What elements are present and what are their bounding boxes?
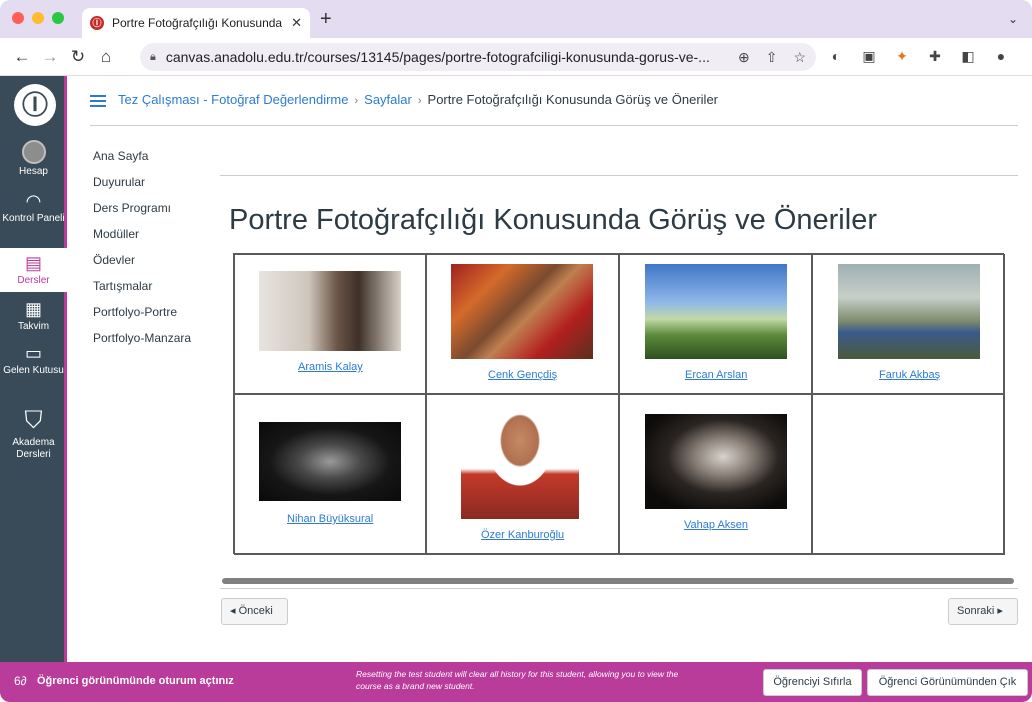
glasses-icon: 6∂ [14,674,27,688]
table-cell: Faruk Akbaş [812,254,1005,394]
photo-vahap-aksen[interactable] [645,414,787,509]
divider [220,588,1018,589]
next-button[interactable]: Sonraki ▸ [948,598,1018,625]
nav-item-courses[interactable]: ▤ Dersler [0,248,67,292]
breadcrumb-course-link[interactable]: Tez Çalışması - Fotoğraf Değerlendirme [118,92,348,107]
close-window-button[interactable] [12,12,24,24]
student-view-bar: 6∂ Öğrenci görünümünde oturum açtınız Re… [0,662,1032,702]
photo-ozer-kanburoglu[interactable] [461,407,579,519]
dashboard-icon: ◠ [25,191,42,211]
bookmark-star-icon[interactable]: ☆ [793,49,806,66]
reload-icon[interactable]: ↻ [64,47,92,67]
inbox-icon: ▭ [24,343,42,363]
browser-window: Ⓘ Portre Fotoğrafçılığı Konusunda ✕ + ⌄ … [0,0,1032,702]
browser-toolbar: ← → ↻ ⌂ 🔒︎ canvas.anadolu.edu.tr/courses… [0,38,1032,76]
nav-item-calendar[interactable]: ▦ Takvim [0,298,67,338]
lock-icon[interactable]: 🔒︎ [150,51,156,64]
reset-student-button[interactable]: Öğrenciyi Sıfırla [763,669,862,696]
extensions-area: ◐ ▣ ✦ ✚ ◧ ● ⋮ [828,48,1032,65]
puzzle-extensions-icon[interactable]: ✚ [927,48,943,65]
zoom-icon[interactable]: ⊕ [738,49,750,66]
chevron-right-icon: › [354,95,359,107]
student-view-message: Öğrenci görünümünde oturum açtınız [37,675,234,687]
table-cell: Aramis Kalay [234,254,426,394]
browser-menu-icon[interactable]: ⋮ [1026,48,1032,65]
graduation-cap-icon: ⛉ [24,407,43,434]
table-cell: Vahap Aksen [619,394,812,555]
course-nav-assignments[interactable]: Ödevler [93,252,191,278]
metamask-fox-icon[interactable]: ✦ [894,48,910,65]
forward-arrow-icon[interactable]: → [36,47,64,67]
photo-faruk-akbas[interactable] [838,264,980,359]
leave-student-view-button[interactable]: Öğrenci Görünümünden Çık [867,669,1028,696]
course-nav-portfolio-portrait[interactable]: Portfolyo-Portre [93,304,191,330]
tab-search-button[interactable]: ⌄ [1008,12,1018,26]
photo-nihan-buyuksural[interactable] [259,422,401,501]
photographer-link[interactable]: Aramis Kalay [298,361,363,373]
breadcrumb-current: Portre Fotoğrafçılığı Konusunda Görüş ve… [427,92,719,107]
chevron-right-icon: › [417,95,422,107]
course-nav-portfolio-landscape[interactable]: Portfolyo-Manzara [93,330,191,356]
photo-cenk-gencdis[interactable] [451,264,593,359]
photographer-table: Aramis Kalay Cenk Gençdiş Ercan Arslan F… [233,253,1005,555]
table-cell-empty [812,394,1005,555]
photographer-link[interactable]: Özer Kanburoğlu [481,529,564,541]
avatar [21,140,46,164]
course-nav-announcements[interactable]: Duyurular [93,174,191,200]
breadcrumb: Tez Çalışması - Fotoğraf Değerlendirme › S… [118,92,718,107]
new-tab-button[interactable]: + [320,9,332,29]
extension-icon[interactable]: ◐ [828,48,844,65]
anadolu-logo-icon[interactable]: Ⓘ [14,84,56,126]
course-menu-toggle-icon[interactable] [90,95,106,107]
course-nav-syllabus[interactable]: Ders Programı [93,200,191,226]
photographer-link[interactable]: Faruk Akbaş [879,369,940,381]
global-navigation: Ⓘ Hesap ◠ Kontrol Paneli ▤ Dersler ▦ Tak… [0,76,67,662]
photo-ercan-arslan[interactable] [645,264,787,359]
course-nav-home[interactable]: Ana Sayfa [93,148,191,174]
share-icon[interactable]: ⇧ [766,49,778,66]
back-arrow-icon[interactable]: ← [8,47,36,67]
divider [90,125,1018,126]
horizontal-scrollbar[interactable] [222,578,1014,584]
table-cell: Özer Kanburoğlu [426,394,619,555]
photographer-link[interactable]: Cenk Gençdiş [488,369,557,381]
canvas-favicon-icon: Ⓘ [90,16,104,30]
table-cell: Ercan Arslan [619,254,812,394]
maximize-window-button[interactable] [52,12,64,24]
home-icon[interactable]: ⌂ [92,47,120,67]
photographer-link[interactable]: Nihan Büyüksural [287,513,373,525]
breadcrumb-pages-link[interactable]: Sayfalar [364,92,412,107]
extension-icon[interactable]: ▣ [861,48,877,65]
browser-tab[interactable]: Ⓘ Portre Fotoğrafçılığı Konusunda ✕ [82,8,310,38]
tab-bar: Ⓘ Portre Fotoğrafçılığı Konusunda ✕ + ⌄ [0,0,1032,38]
course-navigation: Ana Sayfa Duyurular Ders Programı Modüll… [93,148,191,356]
nav-item-account[interactable]: Hesap [0,140,67,182]
tab-title: Portre Fotoğrafçılığı Konusunda [112,16,283,30]
tab-close-icon[interactable]: ✕ [291,15,302,31]
photographer-link[interactable]: Ercan Arslan [685,369,747,381]
divider [220,175,1018,176]
nav-item-inbox[interactable]: ▭ Gelen Kutusu [0,342,67,392]
photo-aramis-kalay[interactable] [259,271,401,351]
photographer-link[interactable]: Vahap Aksen [684,519,748,531]
courses-icon: ▤ [24,253,42,273]
profile-avatar-icon[interactable]: ● [993,48,1009,65]
nav-item-akadema[interactable]: ⛉ Akadema Dersleri [0,406,67,466]
minimize-window-button[interactable] [32,12,44,24]
url-text[interactable]: canvas.anadolu.edu.tr/courses/13145/page… [166,49,726,65]
side-panel-icon[interactable]: ◧ [960,48,976,65]
previous-button[interactable]: ◂ Önceki [221,598,288,625]
nav-item-dashboard[interactable]: ◠ Kontrol Paneli [0,190,67,240]
address-bar[interactable]: 🔒︎ canvas.anadolu.edu.tr/courses/13145/p… [140,43,816,71]
table-cell: Nihan Büyüksural [234,394,426,555]
table-cell: Cenk Gençdiş [426,254,619,394]
course-nav-discussions[interactable]: Tartışmalar [93,278,191,304]
student-view-note: Resetting the test student will clear al… [356,669,679,691]
calendar-icon: ▦ [24,299,42,319]
course-nav-modules[interactable]: Modüller [93,226,191,252]
page-title: Portre Fotoğrafçılığı Konusunda Görüş ve… [229,204,877,236]
